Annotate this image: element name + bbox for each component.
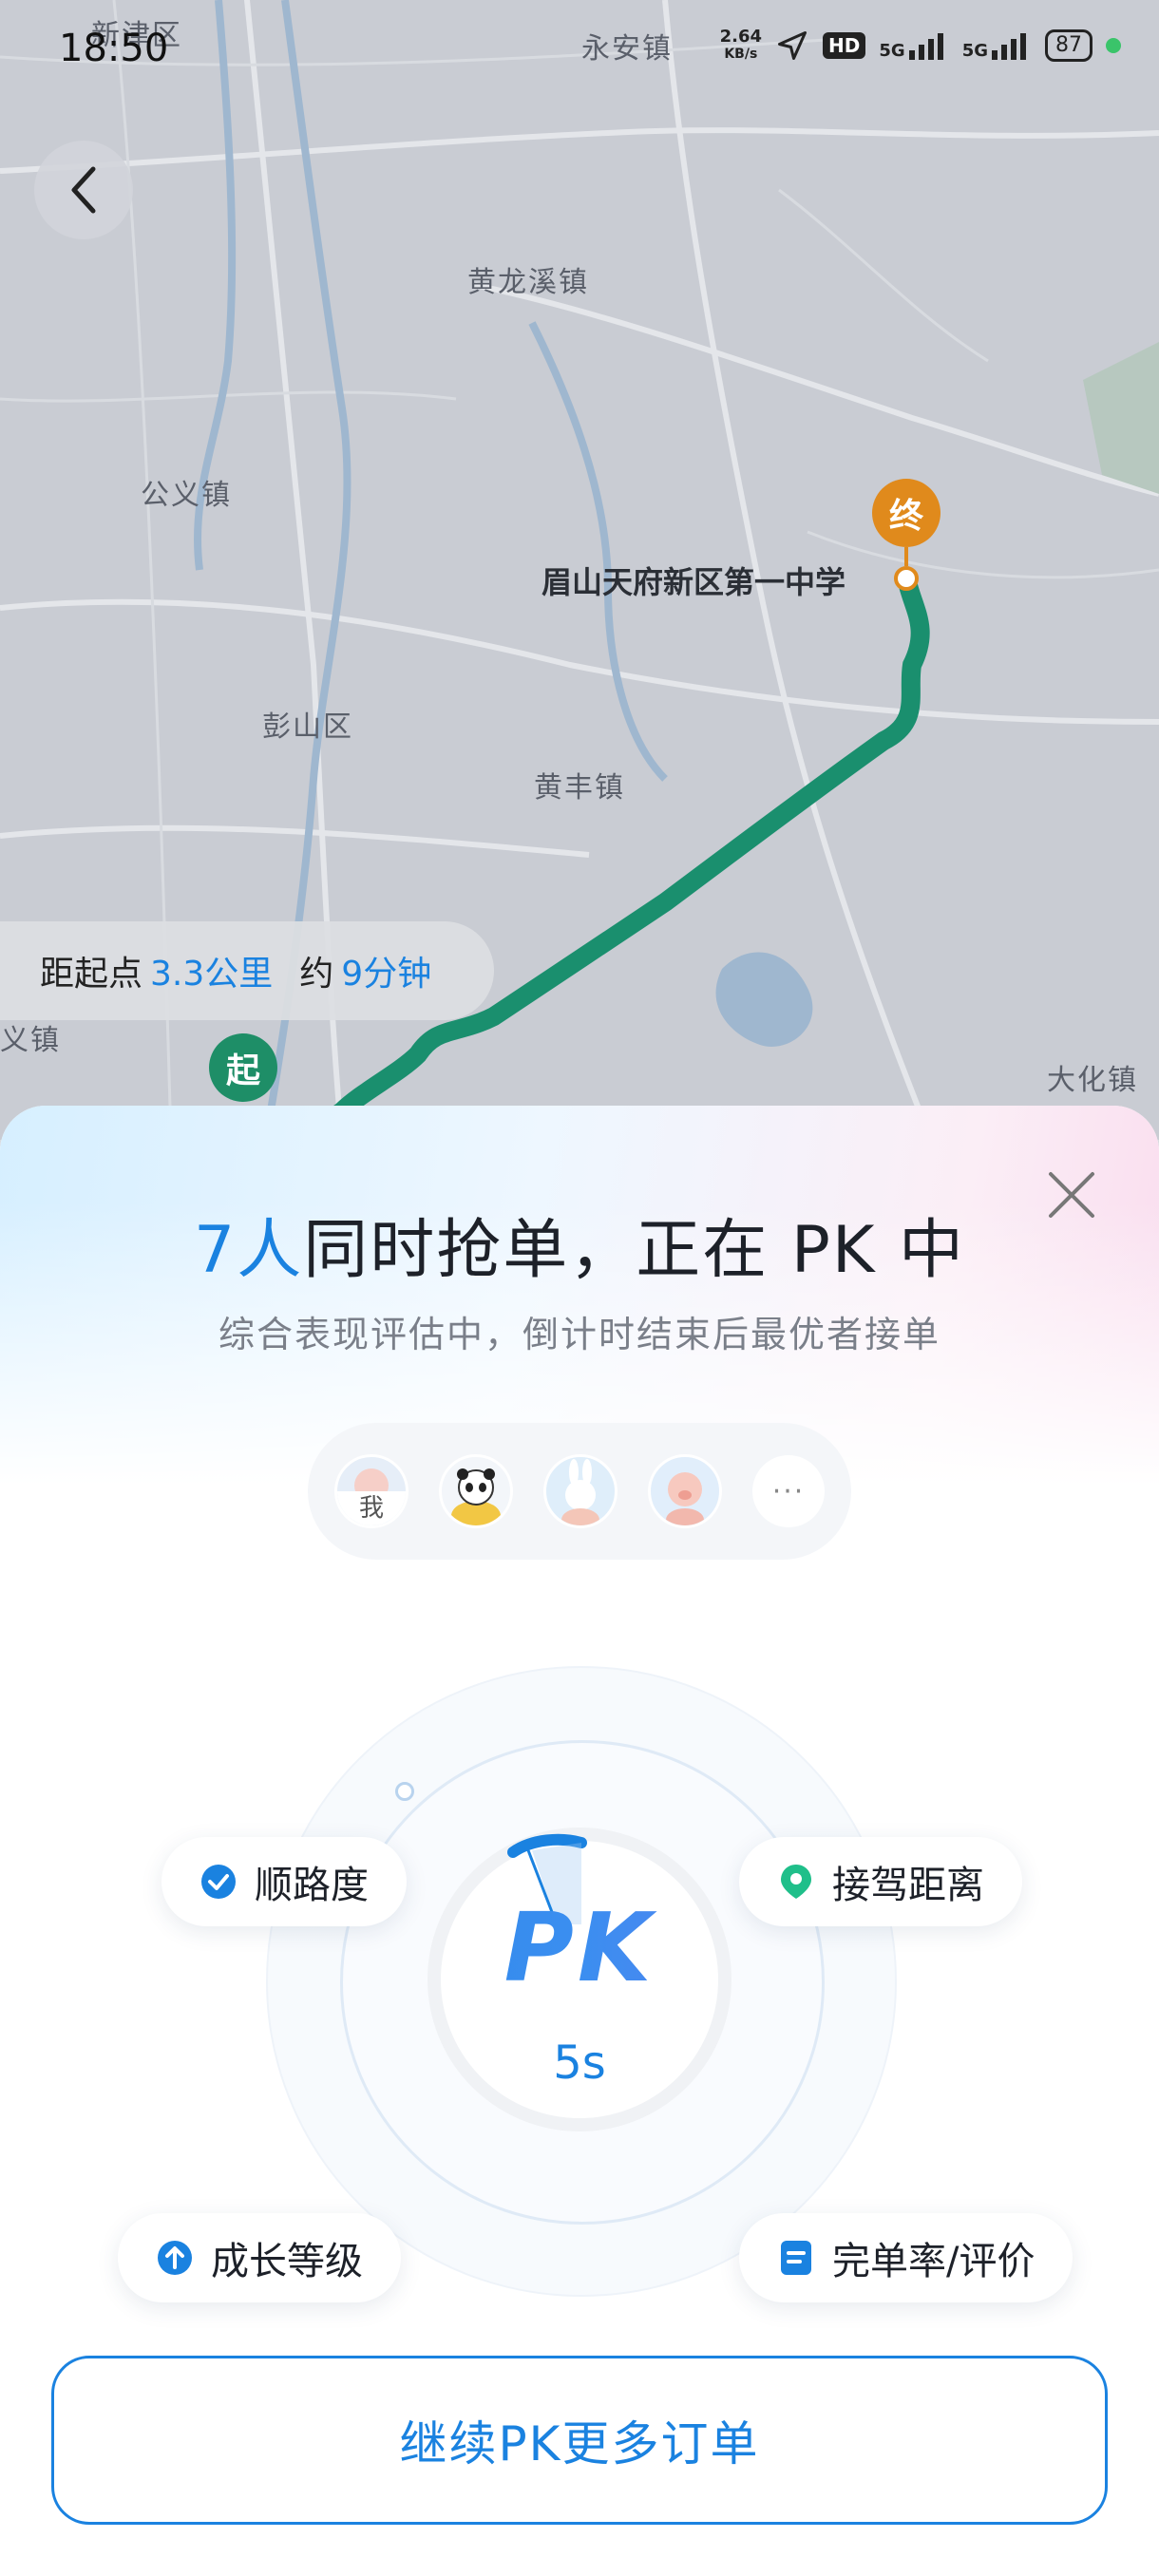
end-pin-stem [904,547,908,566]
map-label-huangfeng: 黄丰镇 [534,771,625,805]
map-label-gongyi: 公义镇 [141,479,232,512]
location-pin-icon [777,1863,815,1901]
location-arrow-icon [778,31,808,60]
signal-label-1: 5G [879,41,905,61]
start-pin-badge: 起 [209,1033,277,1102]
signal-label-2: 5G [961,41,988,61]
chip-completion-rating-label: 完单率/评价 [832,2240,1036,2283]
privacy-dot-icon [1106,38,1121,53]
check-circle-icon [200,1863,238,1901]
signal-5g-2: 5G [962,31,1032,60]
chip-growth-level-label: 成长等级 [211,2240,363,2283]
map-label-huanglongxi: 黄龙溪镇 [467,266,589,299]
end-pin-badge: 终 [872,479,940,547]
map-view[interactable]: 新津区 永安镇 黄龙溪镇 公义镇 彭山区 黄丰镇 义镇 大化镇 眉山天府新区第一… [0,0,1159,1140]
distance-value: 3.3公里 [150,955,274,994]
signal-5g-1: 5G [879,31,948,60]
duration-prefix: 约 [299,955,334,994]
battery-indicator: 87 [1045,29,1092,62]
rabbit-avatar-icon [561,1459,599,1525]
chip-growth-level: 成长等级 [118,2213,401,2302]
avatar-me: 我 [334,1454,408,1528]
net-speed: 2.64 KB/s [720,28,762,63]
end-pin[interactable]: 终 [872,479,940,591]
net-speed-unit: KB/s [724,47,758,62]
chevron-left-icon [71,166,96,214]
more-avatars-button[interactable]: ··· [752,1455,825,1527]
hd-badge: HD [823,32,866,59]
chip-pickup-distance: 接驾距离 [739,1837,1022,1926]
arrow-up-circle-icon [156,2239,194,2277]
status-bar: 18:50 2.64 KB/s HD 5G 5G 87 [0,0,1159,104]
chip-route-fit-label: 顺路度 [255,1864,369,1907]
signal-bars-icon [992,33,1026,60]
status-time: 18:50 [59,27,169,70]
orbit-dot [395,1782,414,1801]
countdown-seconds: 5s [553,2036,606,2090]
status-icons: 2.64 KB/s HD 5G 5G 87 [720,28,1121,63]
pk-visual: PK 5s 顺路度 接驾距离 成长等级 完单率/评价 [0,1628,1159,2350]
net-speed-value: 2.64 [719,27,763,47]
distance-prefix: 距起点 [40,955,143,994]
chip-completion-rating: 完单率/评价 [739,2213,1074,2302]
headline-count: 7人 [193,1213,304,1288]
me-tag: 我 [337,1491,406,1525]
avatar-rabbit [543,1454,618,1528]
avatar-pig [648,1454,722,1528]
map-label-dahua: 大化镇 [1047,1064,1138,1097]
chip-pickup-distance-label: 接驾距离 [832,1864,984,1907]
competitor-avatars: 我 ··· [308,1423,851,1560]
pk-bottom-sheet: 7人同时抢单，正在 PK 中 综合表现评估中，倒计时结束后最优者接单 我 ···… [0,1106,1159,2576]
document-icon [777,2239,815,2277]
map-label-yi: 义镇 [0,1024,61,1057]
back-button[interactable] [34,141,133,239]
headline: 7人同时抢单，正在 PK 中 [0,1197,1159,1291]
start-pin[interactable]: 起 [209,1033,277,1102]
continue-pk-button[interactable]: 继续PK更多订单 [51,2356,1108,2525]
chip-route-fit: 顺路度 [162,1837,407,1926]
panda-avatar-icon [451,1468,501,1525]
distance-pill: 距起点 3.3公里 约 9分钟 [0,921,494,1020]
signal-bars-icon [908,33,943,60]
end-pin-dot [894,566,919,591]
destination-label: 眉山天府新区第一中学 [542,564,846,600]
headline-text: 同时抢单，正在 PK 中 [303,1213,966,1288]
map-label-pengshan: 彭山区 [262,710,353,744]
pig-avatar-icon [666,1472,704,1525]
avatar-panda [439,1454,513,1528]
subheadline: 综合表现评估中，倒计时结束后最优者接单 [218,1314,940,1355]
duration-value: 9分钟 [341,955,432,994]
